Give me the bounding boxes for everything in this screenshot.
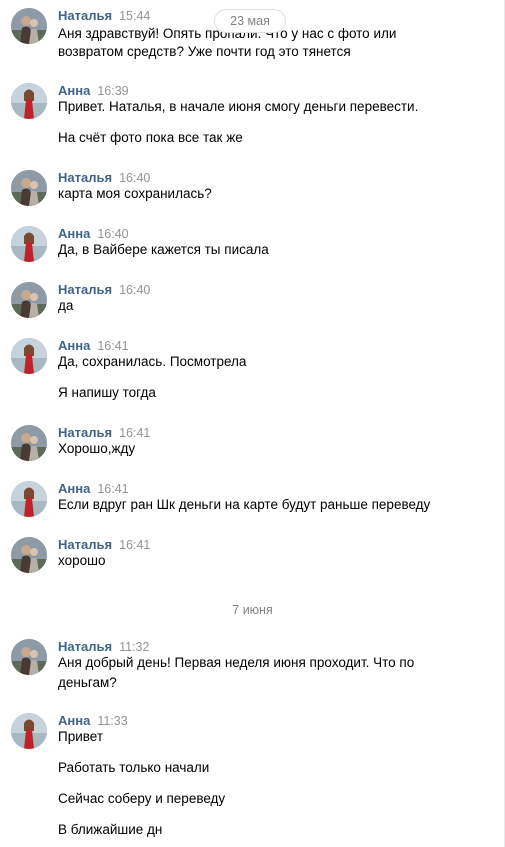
message-time[interactable]: 16:41	[97, 482, 128, 496]
message-header: Наталья 16:41	[58, 425, 150, 441]
avatar-anna[interactable]	[11, 481, 47, 517]
message-text: Работать только начали	[58, 760, 210, 775]
message-time[interactable]: 11:33	[97, 714, 127, 728]
date-separator: 7 июня	[232, 603, 273, 617]
message-header: Наталья 16:40	[58, 170, 150, 186]
avatar-natalya[interactable]	[11, 639, 47, 675]
date-separator-floating: 23 мая	[214, 9, 286, 33]
message-time[interactable]: 16:40	[119, 171, 150, 185]
author-name[interactable]: Наталья	[58, 425, 112, 440]
message-header: Анна 16:39	[58, 83, 129, 99]
message-header: Анна 16:40	[58, 226, 129, 242]
author-name[interactable]: Анна	[58, 481, 90, 496]
avatar-anna[interactable]	[11, 713, 47, 749]
message-header: Наталья 16:40	[58, 282, 150, 298]
author-name[interactable]: Наталья	[58, 8, 112, 23]
message-text: Привет. Наталья, в начале июня смогу ден…	[58, 99, 419, 114]
avatar-natalya[interactable]	[11, 537, 47, 573]
message-header: Наталья 16:41	[58, 537, 150, 553]
author-name[interactable]: Наталья	[58, 639, 112, 654]
message-time[interactable]: 16:39	[97, 84, 128, 98]
author-name[interactable]: Анна	[58, 83, 90, 98]
message-text: да	[58, 298, 74, 313]
message-text: Привет	[58, 729, 104, 744]
avatar-natalya[interactable]	[11, 8, 47, 44]
avatar-anna[interactable]	[11, 83, 47, 119]
message-text: Я напишу тогда	[58, 385, 156, 400]
message-time[interactable]: 15:44	[119, 9, 150, 23]
author-name[interactable]: Наталья	[58, 170, 112, 185]
message-header: Анна 16:41	[58, 338, 129, 354]
message-header: Анна 16:41	[58, 481, 129, 497]
message-text: Да, сохранилась. Посмотрела	[58, 354, 247, 369]
message-text: В ближайшие дн	[58, 822, 163, 837]
message-text: Аня добрый день! Первая неделя июня прох…	[58, 655, 415, 670]
avatar-natalya[interactable]	[11, 282, 47, 318]
message-text: Хорошо,жду	[58, 441, 136, 456]
avatar-natalya[interactable]	[11, 170, 47, 206]
author-name[interactable]: Анна	[58, 226, 90, 241]
author-name[interactable]: Анна	[58, 338, 90, 353]
author-name[interactable]: Наталья	[58, 537, 112, 552]
message-text: возвратом средств? Уже почти год это тян…	[58, 44, 351, 59]
message-time[interactable]: 16:41	[119, 426, 150, 440]
message-text: деньгам?	[58, 675, 117, 690]
message-time[interactable]: 16:41	[119, 538, 150, 552]
message-text: На счёт фото пока все так же	[58, 130, 243, 145]
message-time[interactable]: 16:40	[119, 283, 150, 297]
message-header: Наталья 15:44	[58, 8, 150, 24]
author-name[interactable]: Анна	[58, 713, 90, 728]
message-text: Да, в Вайбере кажется ты писала	[58, 242, 269, 257]
message-time[interactable]: 16:41	[97, 339, 128, 353]
message-time[interactable]: 16:40	[97, 227, 128, 241]
avatar-natalya[interactable]	[11, 425, 47, 461]
message-text: Сейчас соберу и переведу	[58, 791, 226, 806]
message-header: Наталья 11:32	[58, 639, 149, 655]
avatar-anna[interactable]	[11, 226, 47, 262]
message-header: Анна 11:33	[58, 713, 128, 729]
chat-history: Наталья 15:44 Аня здравствуй! Опять пропа…	[0, 0, 505, 847]
avatar-anna[interactable]	[11, 338, 47, 374]
message-text: Если вдруг ран Шк деньги на карте будут …	[58, 497, 431, 512]
message-text: хорошо	[58, 553, 106, 568]
author-name[interactable]: Наталья	[58, 282, 112, 297]
message-time[interactable]: 11:32	[119, 640, 149, 654]
message-text: карта моя сохранилась?	[58, 186, 212, 201]
